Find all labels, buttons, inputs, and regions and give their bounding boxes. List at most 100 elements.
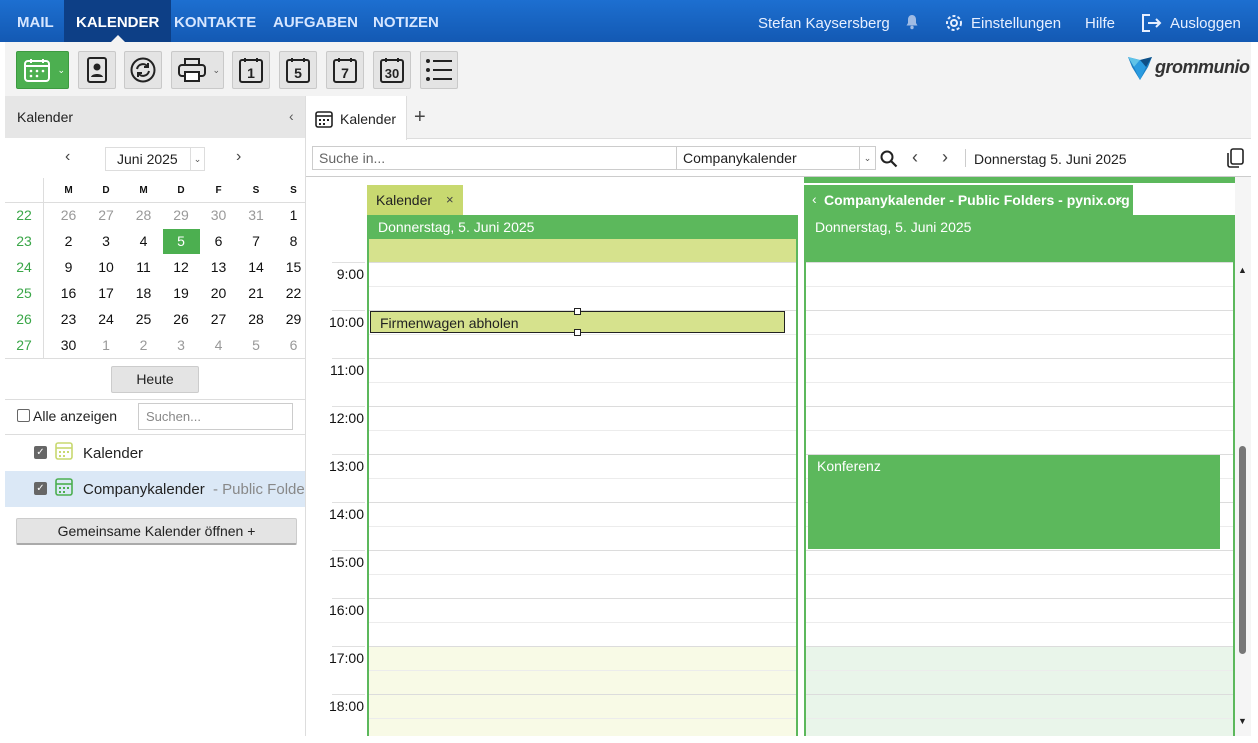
resize-handle-top[interactable] [574, 308, 581, 315]
time-slot[interactable] [806, 406, 1233, 430]
month-selector[interactable]: Juni 2025 ⌄ [105, 147, 205, 171]
time-slot[interactable] [369, 478, 796, 502]
calendar-search-input[interactable]: Suchen... [138, 403, 293, 430]
new-appointment-button[interactable]: ⌄ [16, 51, 69, 89]
scrollbar[interactable]: ▲ ▼ [1235, 177, 1251, 736]
time-slot[interactable] [806, 694, 1233, 718]
time-slot[interactable] [806, 334, 1233, 358]
mini-calendar-day[interactable]: 28 [125, 203, 162, 228]
mini-calendar-day[interactable]: 27 [200, 307, 237, 332]
mini-calendar-day[interactable]: 4 [125, 229, 162, 254]
time-slot[interactable] [806, 550, 1233, 574]
copy-icon[interactable] [1227, 148, 1244, 171]
time-slot[interactable] [369, 526, 796, 550]
view-list-button[interactable] [420, 51, 458, 89]
mini-calendar-day[interactable]: 26 [163, 307, 200, 332]
calendar-list-item[interactable]: ✓ Kalender [5, 435, 305, 470]
week-number[interactable]: 23 [5, 229, 43, 254]
mini-calendar-day[interactable]: 31 [238, 203, 275, 228]
time-slot[interactable] [806, 718, 1233, 736]
calendar-column-tab[interactable]: ‹ Companykalender - Public Folders - pyn… [804, 185, 1133, 215]
search-scope-select[interactable]: Companykalender ⌄ [676, 146, 876, 170]
time-slot[interactable] [369, 358, 796, 382]
time-slot[interactable] [806, 310, 1233, 334]
time-slot[interactable] [369, 406, 796, 430]
time-slot[interactable] [806, 286, 1233, 310]
mini-calendar-day[interactable]: 3 [88, 229, 125, 254]
calendar-column[interactable]: Donnerstag, 5. Juni 2025 Firmenwagen abh… [367, 215, 798, 736]
add-tab-icon[interactable]: + [414, 106, 426, 129]
time-slot[interactable] [806, 430, 1233, 454]
time-slot[interactable] [369, 286, 796, 310]
event-konferenz[interactable]: Konferenz [808, 455, 1220, 549]
nav-tab-mail[interactable]: MAIL [5, 0, 66, 42]
mini-calendar-day[interactable]: 30 [50, 333, 87, 358]
mini-calendar-day[interactable]: 17 [88, 281, 125, 306]
time-slot[interactable] [369, 382, 796, 406]
view-month-button[interactable]: 30 [373, 51, 411, 89]
time-slot[interactable] [806, 622, 1233, 646]
contact-button[interactable] [78, 51, 116, 89]
time-slot[interactable] [369, 694, 796, 718]
tab-kalender[interactable]: Kalender [306, 96, 407, 140]
settings-link[interactable]: Einstellungen [971, 0, 1061, 42]
mini-calendar-day[interactable]: 2 [50, 229, 87, 254]
chevron-down-icon[interactable]: ⌄ [190, 148, 204, 170]
mini-calendar-day[interactable]: 18 [125, 281, 162, 306]
mini-calendar-day[interactable]: 27 [88, 203, 125, 228]
calendar-checkbox[interactable]: ✓ [34, 482, 47, 495]
scroll-up-icon[interactable]: ▲ [1238, 265, 1247, 275]
time-slot[interactable] [806, 382, 1233, 406]
mini-calendar-day[interactable]: 7 [238, 229, 275, 254]
collapse-sidebar-icon[interactable]: ‹ [289, 108, 294, 124]
time-slot[interactable] [369, 550, 796, 574]
time-slot[interactable] [806, 646, 1233, 670]
mini-calendar-day[interactable]: 2 [125, 333, 162, 358]
mini-calendar-day[interactable]: 23 [50, 307, 87, 332]
time-slot[interactable] [806, 670, 1233, 694]
scrollbar-thumb[interactable] [1239, 446, 1246, 654]
mini-calendar-day[interactable]: 30 [200, 203, 237, 228]
open-shared-calendars-button[interactable]: Gemeinsame Kalender öffnen + [16, 518, 297, 545]
mini-calendar-day[interactable]: 3 [163, 333, 200, 358]
mini-calendar-day[interactable]: 28 [238, 307, 275, 332]
prev-month-icon[interactable]: ‹ [65, 148, 70, 166]
mini-calendar-day[interactable]: 1 [88, 333, 125, 358]
mini-calendar-day[interactable]: 25 [125, 307, 162, 332]
chevron-down-icon[interactable]: ⌄ [212, 65, 220, 76]
mini-calendar-day[interactable]: 24 [88, 307, 125, 332]
mini-calendar-day[interactable]: 9 [50, 255, 87, 280]
mini-calendar-day[interactable]: 6 [200, 229, 237, 254]
week-number[interactable]: 22 [5, 203, 43, 228]
print-button[interactable]: ⌄ [171, 51, 224, 89]
mini-calendar-day[interactable]: 21 [238, 281, 275, 306]
mini-calendar-day[interactable]: 20 [200, 281, 237, 306]
close-icon[interactable]: × [446, 192, 454, 207]
next-month-icon[interactable]: › [236, 148, 241, 166]
help-link[interactable]: Hilfe [1085, 0, 1115, 42]
time-slot[interactable] [369, 454, 796, 478]
time-slot[interactable] [806, 262, 1233, 286]
resize-handle-bottom[interactable] [574, 329, 581, 336]
calendar-checkbox[interactable]: ✓ [34, 446, 47, 459]
mini-calendar-day[interactable]: 14 [238, 255, 275, 280]
refresh-button[interactable] [124, 51, 162, 89]
time-slot[interactable] [369, 334, 796, 358]
chevron-down-icon[interactable]: ⌄ [57, 65, 65, 76]
view-workweek-button[interactable]: 5 [279, 51, 317, 89]
next-day-icon[interactable]: › [942, 147, 948, 168]
calendar-column-tab[interactable]: Kalender × [367, 185, 463, 215]
mini-calendar-day-selected[interactable]: 5 [162, 229, 200, 254]
time-slot[interactable] [806, 598, 1233, 622]
time-slot[interactable] [806, 358, 1233, 382]
time-slot[interactable] [369, 622, 796, 646]
user-name[interactable]: Stefan Kaysersberg [758, 0, 890, 42]
time-slot[interactable] [369, 718, 796, 736]
chevron-left-icon[interactable]: ‹ [812, 191, 817, 207]
nav-tab-notizen[interactable]: NOTIZEN [361, 0, 451, 42]
mini-calendar-day[interactable]: 10 [88, 255, 125, 280]
calendar-column[interactable]: Donnerstag, 5. Juni 2025 Konferenz [804, 215, 1235, 736]
time-slot[interactable] [369, 502, 796, 526]
time-slot[interactable] [369, 430, 796, 454]
search-input[interactable]: Suche in... [312, 146, 677, 170]
